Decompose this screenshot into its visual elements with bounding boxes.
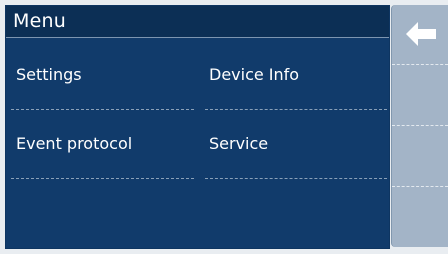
sidebar-slot: [392, 126, 448, 187]
back-button[interactable]: [392, 5, 448, 64]
menu-item-label: Event protocol: [16, 134, 133, 153]
sidebar-slot-back: [392, 5, 448, 65]
menu-item-service[interactable]: Service: [205, 121, 387, 179]
menu-item-settings[interactable]: Settings: [11, 52, 194, 110]
menu-item-label: Service: [209, 134, 269, 153]
page-title: Menu: [13, 10, 66, 32]
menu-item-event-protocol[interactable]: Event protocol: [11, 121, 194, 179]
menu-item-label: Settings: [16, 65, 82, 84]
menu-item-device-info[interactable]: Device Info: [205, 52, 387, 110]
arrow-left-icon: [406, 22, 436, 46]
right-sidebar: [391, 5, 448, 247]
sidebar-slot: [392, 65, 448, 126]
sidebar-slot: [392, 187, 448, 247]
menu-screen: Menu Settings Device Info Event protocol…: [0, 0, 448, 254]
menu-panel: Menu Settings Device Info Event protocol…: [5, 5, 390, 249]
menu-item-label: Device Info: [209, 65, 300, 84]
menu-header: Menu: [6, 6, 389, 38]
